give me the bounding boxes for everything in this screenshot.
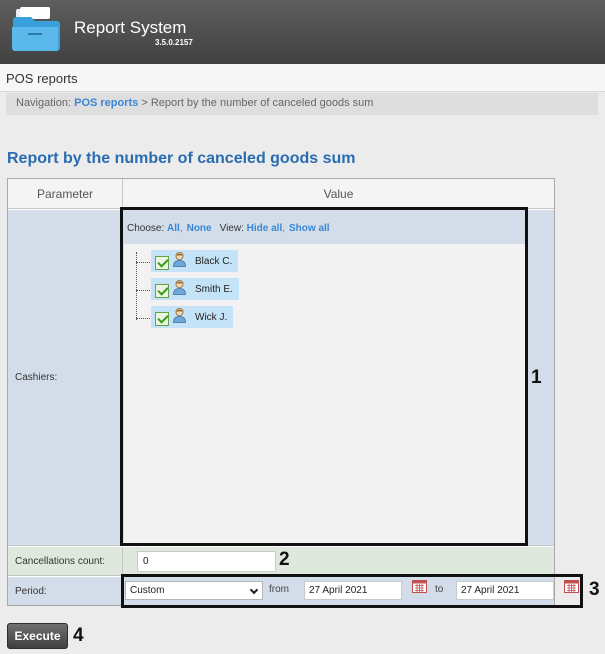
person-icon xyxy=(173,252,186,267)
cashier-name: Smith E. xyxy=(195,283,233,295)
cashiers-label: Cashiers: xyxy=(8,210,123,545)
chevron-down-icon xyxy=(249,585,259,595)
from-label: from xyxy=(269,584,289,595)
column-header-value: Value xyxy=(123,179,554,209)
section-bar: POS reports xyxy=(0,64,605,92)
period-select-value: Custom xyxy=(130,585,165,596)
calendar-icon[interactable] xyxy=(412,579,427,593)
app-version: 3.5.0.2157 xyxy=(155,38,193,47)
cancellations-label: Cancellations count: xyxy=(8,547,123,575)
parameter-table: Parameter Value Cashiers: Choose: All, N… xyxy=(7,178,579,606)
cashier-name: Black C. xyxy=(195,255,233,267)
folder-icon xyxy=(12,7,60,51)
breadcrumb-current: Report by the number of canceled goods s… xyxy=(150,97,374,109)
callout-number: 2 xyxy=(279,549,290,570)
page-title: Report by the number of canceled goods s… xyxy=(7,150,356,167)
checkbox-checked-icon[interactable] xyxy=(155,311,169,326)
callout-number: 3 xyxy=(589,579,600,600)
callout-number: 4 xyxy=(73,625,84,646)
app-header: Report System 3.5.0.2157 xyxy=(0,0,605,64)
app-title: Report System xyxy=(74,18,187,37)
show-all-link[interactable]: Show all xyxy=(289,223,330,234)
view-label: View: xyxy=(219,222,244,234)
tree-connector xyxy=(136,290,150,291)
person-icon xyxy=(173,280,186,295)
cashier-item-smith[interactable]: Smith E. xyxy=(151,278,239,300)
period-value: Custom from 27 April 2021 to 27 April 20… xyxy=(123,577,579,605)
breadcrumb-text: Navigation: POS reports > Report by the … xyxy=(16,97,373,109)
cashier-tree: Choose: All, None View: Hide all, Show a… xyxy=(124,212,525,545)
breadcrumb-prefix: Navigation: xyxy=(16,97,72,109)
cashiers-row: Cashiers: Choose: All, None View: Hide a… xyxy=(8,210,554,546)
to-date-input[interactable]: 27 April 2021 xyxy=(456,581,554,600)
choose-none-link[interactable]: None xyxy=(187,223,212,234)
breadcrumb-separator: > xyxy=(141,97,148,109)
cashier-item-wick[interactable]: Wick J. xyxy=(151,306,234,328)
cashiers-value: Choose: All, None View: Hide all, Show a… xyxy=(123,210,554,545)
person-icon xyxy=(173,308,186,323)
execute-button[interactable]: Execute xyxy=(7,623,68,649)
hide-all-link[interactable]: Hide all xyxy=(247,223,283,234)
tree-connector xyxy=(136,318,150,319)
cashier-item-black[interactable]: Black C. xyxy=(151,250,239,272)
tree-toolbar: Choose: All, None View: Hide all, Show a… xyxy=(124,212,525,244)
callout-number: 1 xyxy=(531,367,542,388)
cashier-name: Wick J. xyxy=(195,311,228,323)
column-header-parameter: Parameter xyxy=(8,179,123,209)
calendar-icon[interactable] xyxy=(564,579,579,593)
breadcrumb-link-pos-reports[interactable]: POS reports xyxy=(74,97,138,109)
cancellations-value: 0 xyxy=(123,547,554,575)
period-row: Period: Custom from 27 April 2021 to 27 … xyxy=(8,577,579,605)
tree-connector xyxy=(136,262,150,263)
checkbox-checked-icon[interactable] xyxy=(155,283,169,298)
period-label: Period: xyxy=(8,577,123,605)
choose-all-link[interactable]: All xyxy=(167,223,180,234)
to-label: to xyxy=(435,584,444,595)
section-title: POS reports xyxy=(6,71,78,86)
from-date-input[interactable]: 27 April 2021 xyxy=(304,581,402,600)
breadcrumb: Navigation: POS reports > Report by the … xyxy=(6,93,598,115)
choose-label: Choose: xyxy=(127,222,165,234)
checkbox-checked-icon[interactable] xyxy=(155,255,169,270)
cancellations-count-input[interactable]: 0 xyxy=(137,551,276,572)
period-select[interactable]: Custom xyxy=(125,581,263,600)
